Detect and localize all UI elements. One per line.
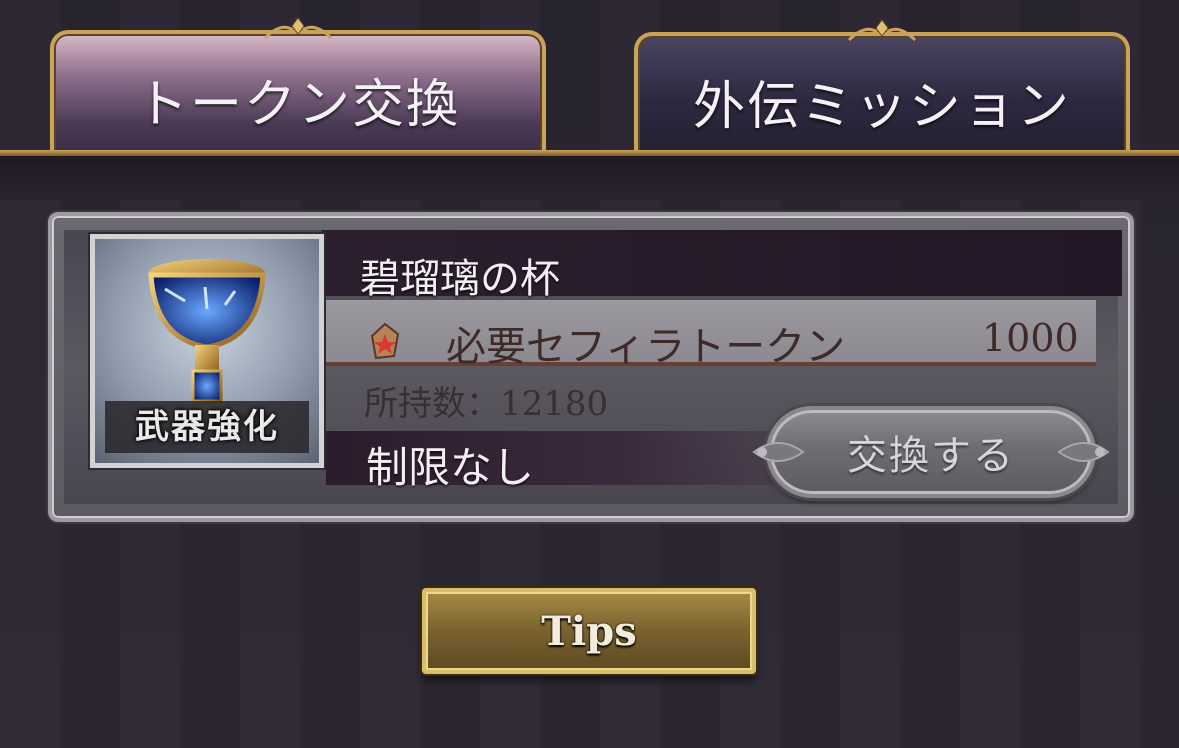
required-token-label: 必要セフィラトークン xyxy=(446,324,846,370)
tab-side-story-mission[interactable]: 外伝ミッション xyxy=(634,19,1130,156)
exchange-button[interactable]: 交換する xyxy=(752,406,1110,498)
tab-bar-shadow xyxy=(0,156,1179,200)
tab-divider xyxy=(0,150,1179,156)
owned-count: 所持数：12180 xyxy=(364,376,608,425)
tips-button-label: Tips xyxy=(541,607,637,655)
item-name: 碧瑠璃の杯 xyxy=(360,256,560,302)
required-token-value: 1000 xyxy=(982,316,1079,360)
golden-chalice-icon: 武器強化 xyxy=(90,234,324,468)
exchange-item-card: 武器強化 碧瑠璃の杯 必要セフィラトークン 1000 所持数：12180 制限な… xyxy=(48,212,1134,522)
sephira-token-icon xyxy=(370,322,400,360)
tab-ornament-icon xyxy=(847,19,917,42)
button-ornament-icon xyxy=(1057,442,1110,462)
owned-label: 所持数： xyxy=(364,384,500,424)
button-ornament-icon xyxy=(752,442,805,462)
item-category-tag: 武器強化 xyxy=(105,401,309,453)
tab-label: トークン交換 xyxy=(135,74,460,135)
exchange-button-label: 交換する xyxy=(847,433,1015,479)
tab-ornament-icon xyxy=(263,17,333,40)
tips-button[interactable]: Tips xyxy=(422,588,756,674)
owned-value: 12180 xyxy=(500,384,609,424)
exchange-limit: 制限なし xyxy=(366,443,535,492)
tab-token-exchange[interactable]: トークン交換 xyxy=(50,17,546,154)
tab-label: 外伝ミッション xyxy=(692,76,1071,137)
